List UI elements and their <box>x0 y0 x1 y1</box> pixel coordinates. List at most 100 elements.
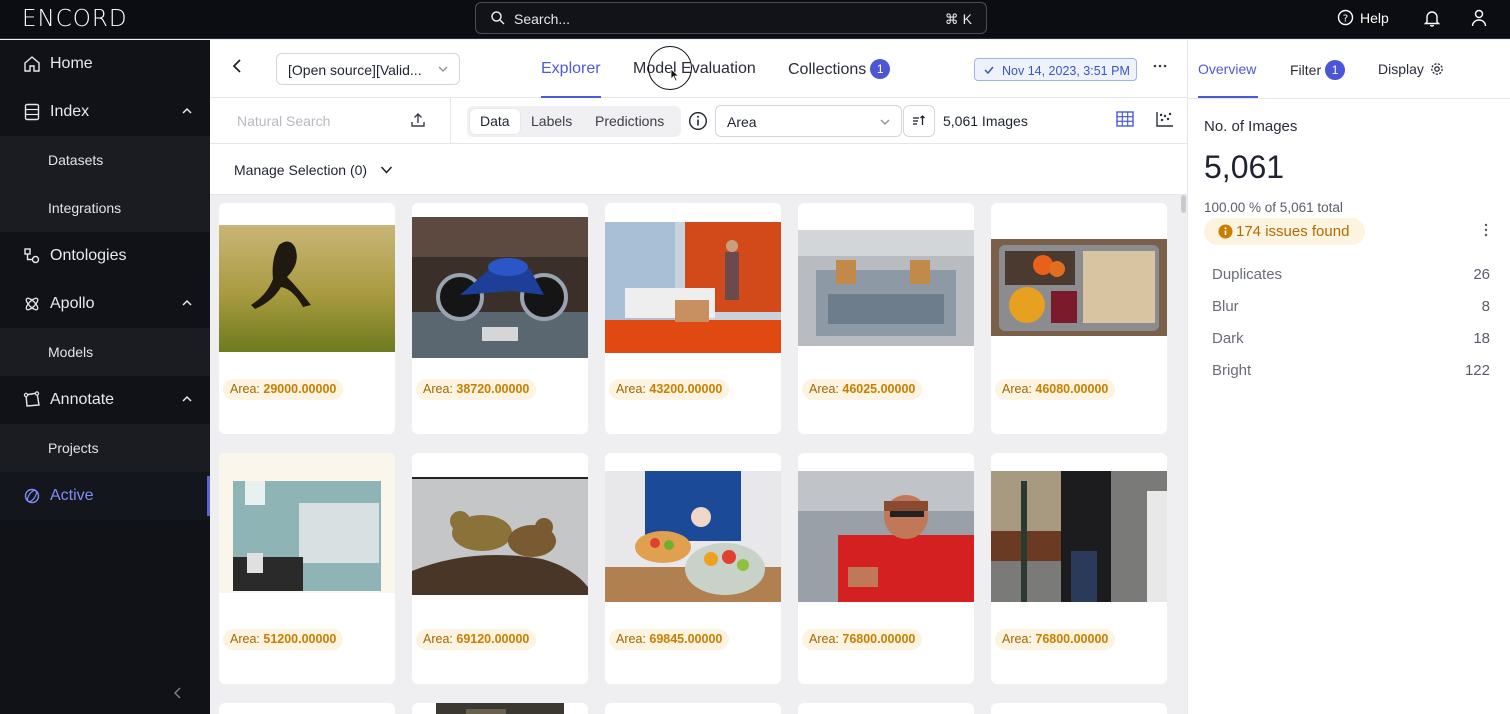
image-card[interactable]: Area: 76800.00000 <box>991 453 1167 684</box>
tab-display[interactable]: Display <box>1378 61 1444 77</box>
area-value: 51200.00000 <box>263 632 337 646</box>
index-icon <box>24 103 40 121</box>
area-value: 46080.00000 <box>1035 382 1109 396</box>
help-icon: ? <box>1337 9 1354 26</box>
issue-count: 122 <box>1464 362 1490 379</box>
segment-data[interactable]: Data <box>470 109 520 134</box>
upload-icon[interactable] <box>410 112 426 128</box>
apollo-icon <box>25 297 39 311</box>
tab-explorer[interactable]: Explorer <box>541 60 601 78</box>
chevron-up-icon[interactable] <box>181 297 193 309</box>
image-card[interactable] <box>412 703 588 714</box>
image-card[interactable] <box>605 703 781 714</box>
sidebar-item-active[interactable]: Active <box>0 472 210 520</box>
image-card[interactable]: Area: 69120.00000 <box>412 453 588 684</box>
sidebar-item-datasets[interactable]: Datasets <box>0 136 210 184</box>
sidebar-item-integrations[interactable]: Integrations <box>0 184 210 232</box>
image-card[interactable] <box>798 703 974 714</box>
issue-count: 18 <box>1473 330 1490 347</box>
issue-row-blur[interactable]: Blur 8 <box>1212 298 1490 315</box>
image-card[interactable]: Area: 29000.00000 <box>219 203 395 434</box>
tab-collections[interactable]: Collections 1 <box>788 59 891 79</box>
manage-selection-button[interactable]: Manage Selection (0) <box>234 162 367 178</box>
sidebar-item-label: Ontologies <box>50 247 127 264</box>
issue-row-dark[interactable]: Dark 18 <box>1212 330 1490 347</box>
issues-label: 174 issues found <box>1236 223 1350 240</box>
snapshot-date-badge[interactable]: Nov 14, 2023, 3:51 PM <box>974 58 1137 81</box>
chevron-down-icon[interactable] <box>380 165 393 175</box>
image-thumbnail <box>219 453 395 593</box>
search-icon <box>491 11 505 25</box>
gallery-scrollbar[interactable] <box>1181 195 1186 213</box>
area-label: Area: 46080.00000 <box>995 379 1116 400</box>
issues-badge[interactable]: 174 issues found <box>1204 218 1366 245</box>
image-card[interactable] <box>991 703 1167 714</box>
image-count-value: 5,061 <box>1204 149 1285 185</box>
area-prefix: Area: <box>809 632 839 646</box>
image-card[interactable]: Area: 69845.00000 <box>605 453 781 684</box>
tab-overview[interactable]: Overview <box>1198 61 1256 77</box>
kebab-menu-icon[interactable] <box>1484 223 1488 237</box>
area-prefix: Area: <box>809 382 839 396</box>
tab-filter[interactable]: Filter 1 <box>1290 60 1346 80</box>
segment-predictions[interactable]: Predictions <box>595 113 664 129</box>
area-label: Area: 76800.00000 <box>995 629 1116 650</box>
sidebar-item-index[interactable]: Index <box>0 88 210 136</box>
sort-field-select[interactable]: Area <box>715 105 902 137</box>
sidebar-item-apollo[interactable]: Apollo <box>0 280 210 328</box>
sort-field-label: Area <box>727 114 757 130</box>
area-value: 29000.00000 <box>263 382 337 396</box>
dataset-selector[interactable]: [Open source][Valid... <box>276 53 460 85</box>
bell-icon[interactable] <box>1424 9 1440 27</box>
image-card[interactable]: Area: 46080.00000 <box>991 203 1167 434</box>
grid-view-icon[interactable] <box>1116 111 1134 127</box>
issue-row-duplicates[interactable]: Duplicates 26 <box>1212 266 1490 283</box>
sidebar-item-label: Models <box>48 344 94 360</box>
sidebar-item-annotate[interactable]: Annotate <box>0 376 210 424</box>
image-card[interactable]: Area: 43200.00000 <box>605 203 781 434</box>
image-card[interactable]: Area: 51200.00000 <box>219 453 395 684</box>
global-search[interactable]: Search... ⌘ K <box>475 2 987 34</box>
area-label: Area: 76800.00000 <box>802 629 923 650</box>
tab-label: Display <box>1378 61 1424 77</box>
image-card[interactable]: Area: 38720.00000 <box>412 203 588 434</box>
back-arrow-icon[interactable] <box>230 58 244 74</box>
chevron-down-icon <box>880 119 890 125</box>
sidebar-item-label: Home <box>50 55 93 72</box>
issue-label: Duplicates <box>1212 266 1283 283</box>
info-icon[interactable] <box>688 111 708 131</box>
sort-direction-button[interactable] <box>903 105 935 137</box>
area-label: Area: 69120.00000 <box>416 629 537 650</box>
app-logo[interactable]: ENCORD <box>22 6 128 32</box>
segment-labels[interactable]: Labels <box>531 113 572 129</box>
image-thumbnail <box>412 217 588 358</box>
sidebar-item-ontologies[interactable]: Ontologies <box>0 232 210 280</box>
sidebar-item-projects[interactable]: Projects <box>0 424 210 472</box>
area-value: 76800.00000 <box>842 632 916 646</box>
sidebar-item-home[interactable]: Home <box>0 40 210 88</box>
explorer-toolbar: Natural Search Data Labels Predictions A… <box>210 98 1187 144</box>
tab-label: Filter <box>1290 62 1322 78</box>
image-count-percent: 100.00 % of 5,061 total <box>1204 200 1343 215</box>
image-card[interactable]: Area: 76800.00000 <box>798 453 974 684</box>
search-shortcut: ⌘ K <box>944 11 972 27</box>
sidebar-item-models[interactable]: Models <box>0 328 210 376</box>
tab-label: Explorer <box>541 60 601 77</box>
explorer-header: [Open source][Valid... Explorer Model Ev… <box>210 40 1187 98</box>
scatter-view-icon[interactable] <box>1156 111 1174 127</box>
help-button[interactable]: ? Help <box>1337 9 1389 26</box>
area-prefix: Area: <box>1002 632 1032 646</box>
chevron-up-icon[interactable] <box>181 105 193 117</box>
more-options-icon[interactable] <box>1152 58 1168 74</box>
chevron-up-icon[interactable] <box>181 393 193 405</box>
area-label: Area: 38720.00000 <box>416 379 537 400</box>
image-card[interactable]: Area: 46025.00000 <box>798 203 974 434</box>
image-card[interactable] <box>219 703 395 714</box>
collapse-sidebar-icon[interactable] <box>172 686 184 700</box>
issue-row-bright[interactable]: Bright 122 <box>1212 362 1490 379</box>
natural-search-input[interactable]: Natural Search <box>237 113 330 129</box>
user-icon[interactable] <box>1471 9 1487 27</box>
chevron-down-icon <box>438 66 448 72</box>
image-thumbnail <box>412 477 588 595</box>
warning-info-icon <box>1218 224 1233 239</box>
